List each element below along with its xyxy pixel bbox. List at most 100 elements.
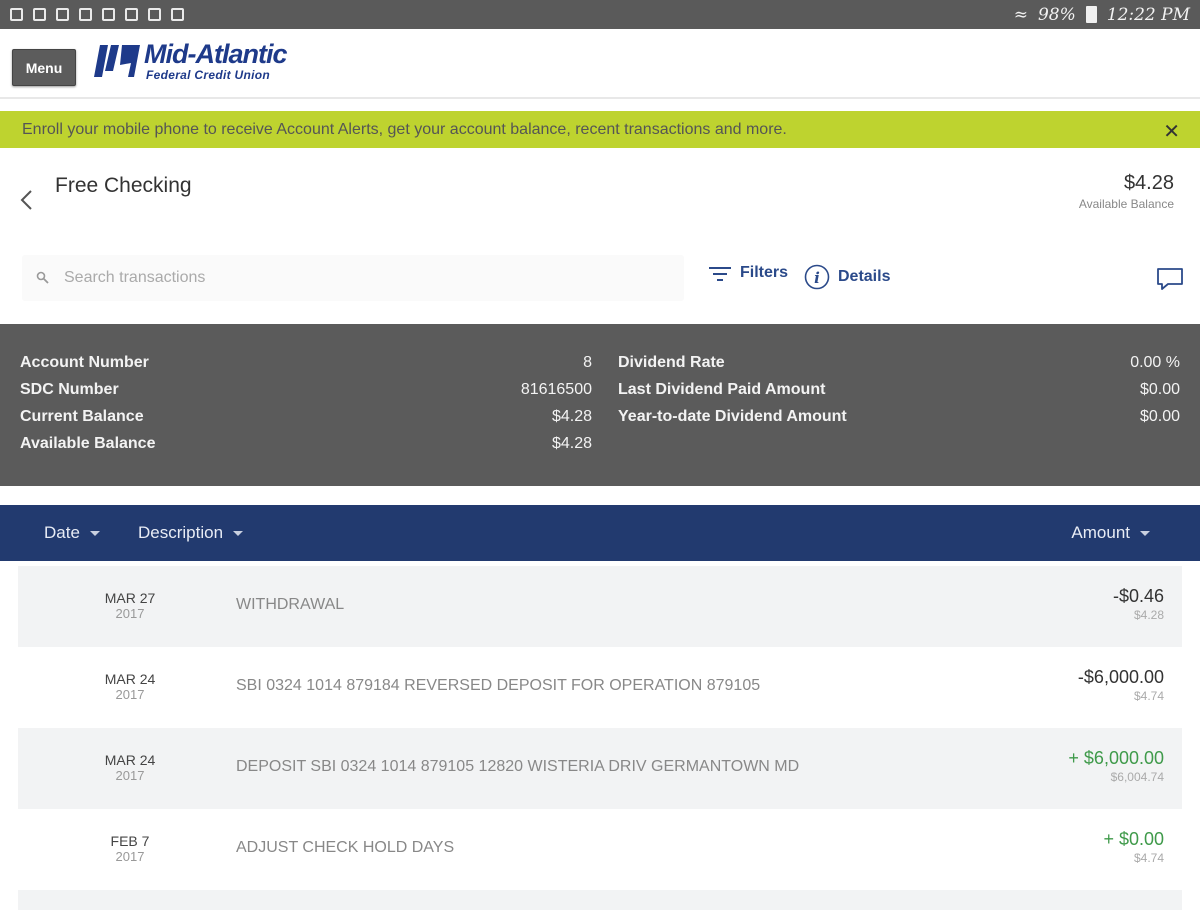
notification-icon bbox=[56, 8, 69, 21]
summary-row: Year-to-date Dividend Amount $0.00 bbox=[618, 408, 1180, 430]
summary-label: Current Balance bbox=[20, 408, 144, 425]
available-balance-label: Available Balance bbox=[1078, 197, 1174, 211]
column-header-amount: Amount bbox=[1071, 523, 1130, 542]
amount-value: -$6,000.00 bbox=[1077, 667, 1164, 687]
logo-mark-icon bbox=[94, 45, 140, 77]
summary-value: 8 bbox=[583, 354, 592, 371]
summary-label: Available Balance bbox=[20, 435, 156, 452]
details-button[interactable]: i Details bbox=[804, 264, 890, 290]
transaction-date: MAR 27 2017 bbox=[78, 590, 182, 621]
date-day: MAR 27 bbox=[104, 590, 156, 606]
table-row[interactable]: MAR 24 2017 DEPOSIT SBI 0324 1014 879105… bbox=[18, 728, 1182, 809]
status-right: ≈ 98% 12:22 PM bbox=[1014, 5, 1190, 25]
summary-label: SDC Number bbox=[20, 381, 119, 398]
chat-icon[interactable] bbox=[1156, 266, 1184, 292]
notification-icon bbox=[10, 8, 23, 21]
transaction-description: DEPOSIT SBI 0324 1014 879105 12820 WISTE… bbox=[236, 758, 800, 775]
clock: 12:22 PM bbox=[1106, 4, 1190, 25]
app-header: Menu Mid-Atlantic Federal Credit Union bbox=[0, 29, 1200, 99]
table-row[interactable]: MAR 27 2017 WITHDRAWAL -$0.46 $4.28 bbox=[18, 566, 1182, 647]
wifi-icon: ≈ bbox=[1013, 4, 1028, 25]
transaction-list: MAR 27 2017 WITHDRAWAL -$0.46 $4.28 MAR … bbox=[18, 566, 1182, 910]
date-day: MAR 24 bbox=[104, 752, 156, 768]
column-header-description: Description bbox=[138, 523, 224, 542]
summary-row: Account Number 8 bbox=[20, 354, 592, 376]
notification-icon bbox=[33, 8, 46, 21]
summary-row: SDC Number 81616500 bbox=[20, 381, 592, 403]
alert-text: Enroll your mobile phone to receive Acco… bbox=[22, 120, 787, 138]
date-year: 2017 bbox=[115, 849, 145, 864]
summary-value: $0.00 bbox=[1139, 408, 1180, 425]
transaction-description: WITHDRAWAL bbox=[236, 596, 345, 613]
account-title: Free Checking bbox=[55, 174, 192, 197]
running-balance: $4.28 bbox=[1133, 608, 1164, 622]
search-box[interactable] bbox=[22, 255, 684, 301]
logo[interactable]: Mid-Atlantic Federal Credit Union bbox=[94, 39, 294, 87]
date-year: 2017 bbox=[115, 606, 145, 621]
date-year: 2017 bbox=[115, 768, 145, 783]
amount-value: + $6,000.00 bbox=[1068, 748, 1164, 768]
summary-label: Last Dividend Paid Amount bbox=[618, 381, 826, 398]
date-day: MAR 24 bbox=[104, 671, 156, 687]
notification-icon bbox=[79, 8, 92, 21]
transaction-amount: + $0.00 $4.74 bbox=[1103, 829, 1164, 865]
summary-row: Available Balance $4.28 bbox=[20, 435, 592, 457]
sort-date-button[interactable]: Date bbox=[44, 523, 100, 543]
summary-label: Year-to-date Dividend Amount bbox=[618, 408, 847, 425]
running-balance: $4.74 bbox=[1133, 689, 1164, 703]
logo-name: Mid-Atlantic bbox=[144, 39, 287, 69]
date-year: 2017 bbox=[115, 687, 145, 702]
sort-description-button[interactable]: Description bbox=[138, 523, 244, 543]
search-input[interactable] bbox=[64, 269, 624, 287]
battery-percent: 98% bbox=[1037, 4, 1076, 25]
filter-icon bbox=[709, 267, 731, 281]
summary-label: Dividend Rate bbox=[618, 354, 725, 371]
download-icon bbox=[125, 8, 138, 21]
details-label: Details bbox=[838, 268, 891, 285]
notification-icon bbox=[102, 8, 115, 21]
chevron-down-icon bbox=[1140, 530, 1150, 536]
running-balance: $6,004.74 bbox=[1110, 770, 1164, 784]
summary-row: Dividend Rate 0.00 % bbox=[618, 354, 1180, 376]
summary-row: Current Balance $4.28 bbox=[20, 408, 592, 430]
transactions-header: Date Description Amount bbox=[0, 505, 1200, 561]
summary-row: Last Dividend Paid Amount $0.00 bbox=[618, 381, 1180, 403]
clipboard-icon bbox=[171, 8, 184, 21]
back-arrow-icon[interactable] bbox=[18, 188, 36, 212]
filters-button[interactable]: Filters bbox=[708, 264, 788, 282]
battery-icon bbox=[1085, 6, 1097, 23]
info-icon: i bbox=[804, 264, 830, 290]
transaction-description: SBI 0324 1014 879184 REVERSED DEPOSIT FO… bbox=[236, 677, 761, 694]
amount-value: -$0.46 bbox=[1112, 586, 1164, 606]
transaction-date: MAR 24 2017 bbox=[78, 752, 182, 783]
logo-subtitle: Federal Credit Union bbox=[146, 68, 271, 82]
transaction-date: FEB 7 2017 bbox=[78, 833, 182, 864]
table-row[interactable]: FEB 7 2017 ADJUST CHECK HOLD DAYS + $0.0… bbox=[18, 809, 1182, 890]
amount-value: + $0.00 bbox=[1103, 829, 1164, 849]
search-icon bbox=[36, 271, 49, 284]
column-header-date: Date bbox=[44, 523, 80, 542]
transaction-amount: -$6,000.00 $4.74 bbox=[1078, 667, 1164, 703]
transaction-amount: -$0.46 $4.28 bbox=[1113, 586, 1164, 622]
summary-value: $4.28 bbox=[551, 408, 592, 425]
available-balance-value: $4.28 bbox=[1123, 172, 1174, 194]
notification-icons bbox=[10, 8, 184, 21]
table-row[interactable] bbox=[18, 890, 1182, 910]
summary-value: 0.00 % bbox=[1130, 354, 1180, 371]
account-summary: Account Number 8 SDC Number 81616500 Cur… bbox=[0, 324, 1200, 486]
svg-text:i: i bbox=[814, 269, 820, 287]
close-icon[interactable]: ✕ bbox=[1163, 119, 1180, 144]
chevron-down-icon bbox=[233, 530, 244, 536]
date-day: FEB 7 bbox=[110, 833, 150, 849]
menu-button[interactable]: Menu bbox=[12, 49, 76, 86]
transaction-amount: + $6,000.00 $6,004.74 bbox=[1068, 748, 1164, 784]
summary-label: Account Number bbox=[20, 354, 149, 371]
alert-banner[interactable]: Enroll your mobile phone to receive Acco… bbox=[0, 111, 1200, 148]
account-balance: $4.28 Available Balance bbox=[1079, 172, 1174, 211]
download-icon bbox=[148, 8, 161, 21]
transaction-date: MAR 24 2017 bbox=[78, 671, 182, 702]
summary-value: $4.28 bbox=[551, 435, 592, 452]
table-row[interactable]: MAR 24 2017 SBI 0324 1014 879184 REVERSE… bbox=[18, 647, 1182, 728]
running-balance: $4.74 bbox=[1133, 851, 1164, 865]
sort-amount-button[interactable]: Amount bbox=[1071, 523, 1150, 543]
